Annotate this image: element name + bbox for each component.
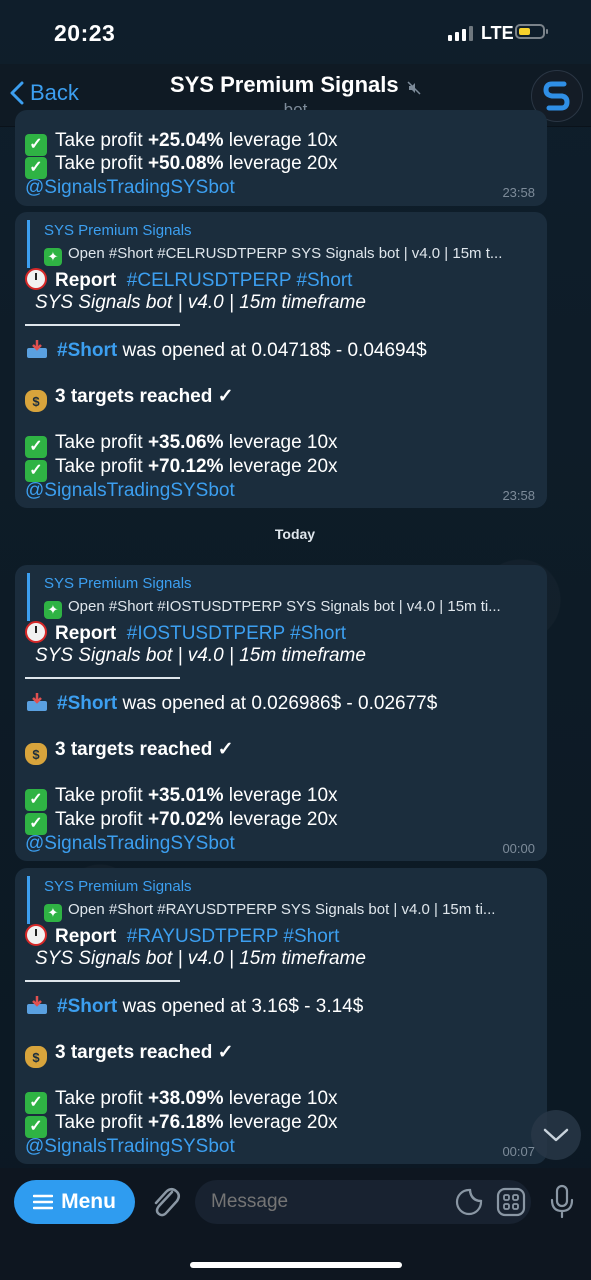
- date-separator: Today: [274, 526, 316, 542]
- open-line: #Short was opened at 0.026986$ - 0.02677…: [25, 692, 437, 715]
- message-time: 23:58: [502, 185, 535, 200]
- message-time: 00:00: [502, 841, 535, 856]
- divider: [25, 677, 180, 679]
- muted-icon: [407, 81, 421, 95]
- report-heading: Report #RAYUSDTPERP #Short: [25, 924, 339, 948]
- message-time: 00:07: [502, 1144, 535, 1159]
- checkmark-icon: ✓: [25, 1116, 47, 1138]
- chevron-down-icon: [543, 1128, 569, 1142]
- take-profit-line: ✓ Take profit +50.08% leverage 20x: [25, 153, 338, 179]
- money-bag-icon: $: [25, 1046, 47, 1068]
- reply-author: SYS Premium Signals: [44, 878, 192, 895]
- checkmark-icon: ✓: [25, 436, 47, 458]
- hamburger-icon: [33, 1194, 54, 1210]
- hashtag-link[interactable]: #Short: [57, 340, 117, 361]
- report-heading: Report #CELRUSDTPERP #Short: [25, 268, 352, 292]
- money-bag-icon: $: [25, 390, 47, 412]
- report-subtitle: SYS Signals bot | v4.0 | 15m timeframe: [35, 292, 366, 313]
- reply-preview[interactable]: SYS Premium Signals ✦ Open #Short #IOSTUS…: [27, 573, 542, 621]
- message-bubble[interactable]: SYS Premium Signals ✦ Open #Short #RAYUSD…: [15, 868, 547, 1164]
- checkmark-icon: ✓: [25, 789, 47, 811]
- targets-line: $3 targets reached ✓: [25, 386, 234, 412]
- targets-line: $3 targets reached ✓: [25, 1042, 234, 1068]
- hashtag-link[interactable]: #Short: [57, 693, 117, 714]
- divider: [25, 980, 180, 982]
- menu-label: Menu: [61, 1190, 116, 1213]
- targets-line: $3 targets reached ✓: [25, 739, 234, 765]
- message-bubble[interactable]: ✓ Take profit +25.04% leverage 10x ✓ Take …: [15, 110, 547, 206]
- inbox-tray-icon: [27, 693, 47, 711]
- bot-mention-link[interactable]: @SignalsTradingSYSbot: [25, 480, 235, 502]
- reply-preview[interactable]: SYS Premium Signals ✦ Open #Short #CELRUS…: [27, 220, 542, 268]
- status-time: 20:23: [54, 20, 116, 46]
- bot-mention-link[interactable]: @SignalsTradingSYSbot: [25, 833, 235, 855]
- bot-keyboard-icon[interactable]: [496, 1187, 526, 1217]
- paperclip-icon[interactable]: [148, 1182, 182, 1222]
- hashtag-link[interactable]: #CELRUSDTPERP #Short: [127, 270, 353, 291]
- alarm-clock-icon: [25, 924, 47, 946]
- take-profit-line: ✓ Take profit +70.02% leverage 20x: [25, 809, 338, 835]
- open-line: #Short was opened at 0.04718$ - 0.04694$: [25, 339, 427, 362]
- report-heading: Report #IOSTUSDTPERP #Short: [25, 621, 346, 645]
- checkmark-icon: ✓: [25, 813, 47, 835]
- sparkle-icon: ✦: [44, 601, 62, 619]
- checkmark-icon: ✓: [25, 1092, 47, 1114]
- sparkle-icon: ✦: [44, 904, 62, 922]
- chat-title: SYS Premium Signals: [169, 72, 399, 97]
- checkmark-icon: ✓: [25, 460, 47, 482]
- take-profit-line: ✓ Take profit +35.06% leverage 10x: [25, 432, 338, 458]
- reply-preview[interactable]: SYS Premium Signals ✦ Open #Short #RAYUSD…: [27, 876, 542, 924]
- hashtag-link[interactable]: #IOSTUSDTPERP #Short: [127, 623, 346, 644]
- report-subtitle: SYS Signals bot | v4.0 | 15m timeframe: [35, 645, 366, 666]
- inbox-tray-icon: [27, 340, 47, 358]
- network-label: LTE: [481, 23, 514, 43]
- reply-text: ✦ Open #Short #CELRUSDTPERP SYS Signals b…: [44, 245, 539, 266]
- take-profit-line: ✓ Take profit +70.12% leverage 20x: [25, 456, 338, 482]
- sparkle-icon: ✦: [44, 248, 62, 266]
- reply-text: ✦ Open #Short #RAYUSDTPERP SYS Signals bo…: [44, 901, 539, 922]
- battery-icon: [515, 24, 548, 39]
- message-time: 23:58: [502, 488, 535, 503]
- message-bubble[interactable]: SYS Premium Signals ✦ Open #Short #CELRUS…: [15, 212, 547, 508]
- hashtag-link[interactable]: #Short: [57, 996, 117, 1017]
- reply-author: SYS Premium Signals: [44, 575, 192, 592]
- status-bar: 20:23 LTE: [0, 0, 591, 64]
- scroll-down-button[interactable]: [531, 1110, 581, 1160]
- take-profit-line: ✓ Take profit +38.09% leverage 10x: [25, 1088, 338, 1114]
- signal-icon: [448, 26, 473, 41]
- message-bubble[interactable]: SYS Premium Signals ✦ Open #Short #IOSTUS…: [15, 565, 547, 861]
- open-line: #Short was opened at 3.16$ - 3.14$: [25, 995, 363, 1018]
- take-profit-line: ✓ Take profit +76.18% leverage 20x: [25, 1112, 338, 1138]
- bot-mention-link[interactable]: @SignalsTradingSYSbot: [25, 1136, 235, 1158]
- divider: [25, 324, 180, 326]
- reply-author: SYS Premium Signals: [44, 222, 192, 239]
- sticker-icon[interactable]: [455, 1188, 483, 1216]
- alarm-clock-icon: [25, 268, 47, 290]
- money-bag-icon: $: [25, 743, 47, 765]
- menu-button[interactable]: Menu: [14, 1180, 135, 1224]
- hashtag-link[interactable]: #RAYUSDTPERP #Short: [127, 926, 340, 947]
- take-profit-line: ✓ Take profit +35.01% leverage 10x: [25, 785, 338, 811]
- report-subtitle: SYS Signals bot | v4.0 | 15m timeframe: [35, 948, 366, 969]
- alarm-clock-icon: [25, 621, 47, 643]
- bot-mention-link[interactable]: @SignalsTradingSYSbot: [25, 177, 235, 199]
- checkmark-icon: ✓: [25, 157, 47, 179]
- microphone-icon[interactable]: [548, 1184, 576, 1220]
- home-indicator: [190, 1262, 402, 1268]
- reply-text: ✦ Open #Short #IOSTUSDTPERP SYS Signals b…: [44, 598, 539, 619]
- inbox-tray-icon: [27, 996, 47, 1014]
